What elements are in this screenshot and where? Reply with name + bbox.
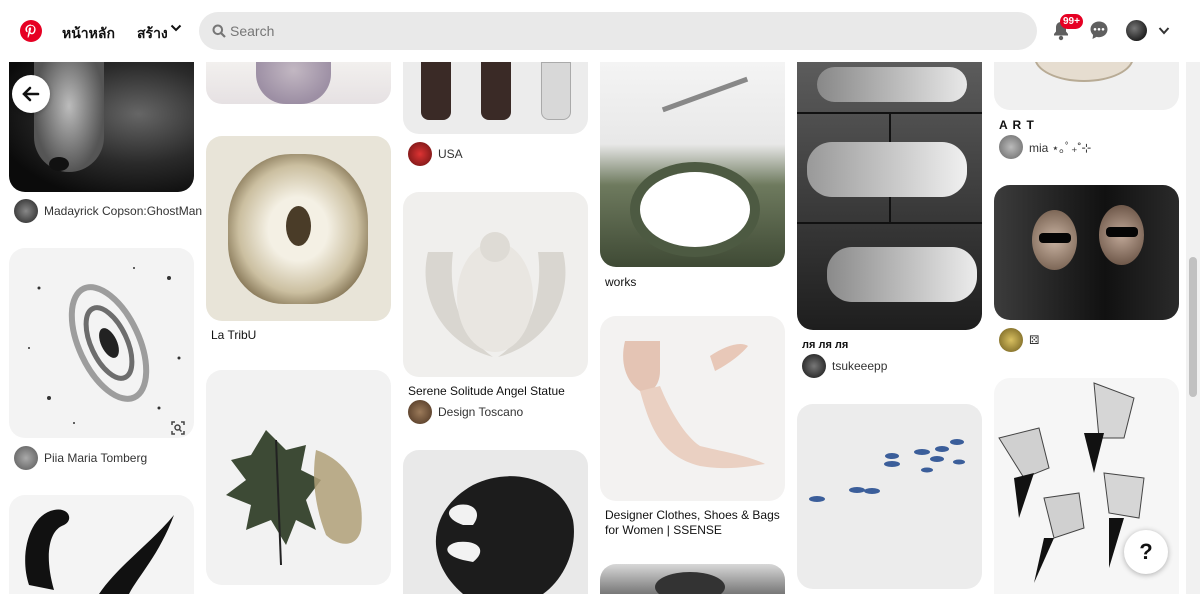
sunglasses-shape [1039, 233, 1071, 243]
bottle-shape [541, 62, 571, 120]
author-avatar [408, 400, 432, 424]
pin-title[interactable]: Designer Clothes, Shoes & Bags for Women… [605, 508, 785, 538]
author-name: mia ⋆｡ﾟ₊˚⊹ [1029, 140, 1092, 155]
pin-image-fashion[interactable] [600, 316, 785, 501]
author-avatar [999, 135, 1023, 159]
sculpted-body-illustration [623, 341, 765, 469]
top-navigation-bar: หน้าหลัก สร้าง 99+ [0, 0, 1200, 62]
pin-image-swan[interactable] [9, 495, 194, 594]
author-name: ⚄ [1029, 333, 1040, 347]
pin-image-fish[interactable] [797, 404, 982, 589]
pin-image-bottles[interactable] [403, 62, 588, 134]
author-name: USA [438, 147, 463, 161]
user-avatar[interactable] [1126, 20, 1147, 41]
fish-school-illustration [809, 439, 965, 502]
search-input[interactable] [230, 12, 1010, 50]
leaves-illustration [226, 430, 362, 566]
pin-title[interactable]: Serene Solitude Angel Statue [408, 384, 565, 399]
pin-title[interactable]: ля ля ля [802, 338, 848, 353]
pin-title[interactable]: works [605, 275, 636, 290]
page-scrollbar[interactable] [1186, 62, 1200, 594]
pin-image-bottle-top[interactable] [206, 62, 391, 104]
messages-icon[interactable] [1089, 20, 1109, 40]
author-avatar [802, 354, 826, 378]
pin-author[interactable]: USA [408, 142, 463, 166]
pin-image-sculpture[interactable] [600, 564, 785, 594]
bottle-shape [421, 62, 451, 120]
visual-search-icon[interactable] [170, 420, 186, 436]
notification-count-badge: 99+ [1060, 14, 1083, 29]
bottle-shape [481, 62, 511, 120]
author-avatar [408, 142, 432, 166]
pin-author[interactable]: tsukeeepp [802, 354, 887, 378]
galaxy-illustration [28, 267, 181, 424]
pin-author[interactable]: mia ⋆｡ﾟ₊˚⊹ [999, 135, 1092, 159]
search-bar[interactable] [199, 12, 1037, 50]
hand-shape [807, 142, 967, 197]
bottle-shape [256, 62, 331, 104]
chevron-down-icon[interactable] [170, 22, 182, 34]
apple-core-shape [286, 206, 311, 246]
hand-shape [827, 247, 977, 302]
home-nav-link[interactable]: หน้าหลัก [62, 23, 115, 45]
help-button[interactable]: ? [1124, 530, 1168, 574]
plate-shape [1034, 62, 1134, 82]
pin-author[interactable]: Madayrick Copson:GhostMan [14, 199, 202, 223]
pin-image-leaves[interactable] [206, 370, 391, 585]
author-name: Madayrick Copson:GhostMan [44, 204, 203, 218]
author-name: Design Toscano [438, 405, 524, 419]
pinterest-logo-icon[interactable] [20, 20, 42, 42]
pin-image-angel[interactable] [403, 192, 588, 377]
pin-image-divers[interactable] [600, 62, 785, 267]
pin-title[interactable]: A R T [999, 118, 1035, 133]
pin-image-hands[interactable] [797, 62, 982, 330]
back-button[interactable] [12, 75, 50, 113]
pin-image-art[interactable] [994, 62, 1179, 110]
angel-statue-illustration [425, 232, 566, 357]
pin-image-couple[interactable] [994, 185, 1179, 320]
account-menu-chevron-icon[interactable] [1158, 26, 1170, 36]
pin-author[interactable]: Piia Maria Tomberg [14, 446, 147, 470]
profile-face-illustration [435, 476, 574, 594]
scrollbar-thumb[interactable] [1189, 257, 1197, 397]
swan-illustration [25, 509, 174, 594]
author-name: Piia Maria Tomberg [44, 451, 148, 465]
sunglasses-shape [1106, 227, 1138, 237]
diver-figures [661, 76, 749, 113]
sculpture-shape [655, 572, 725, 594]
pin-author[interactable]: Design Toscano [408, 400, 523, 424]
hand-shape [817, 67, 967, 102]
pin-image-profile-face[interactable] [403, 450, 588, 594]
author-avatar [999, 328, 1023, 352]
pin-title[interactable]: La TribU [211, 328, 256, 343]
create-menu-button[interactable]: สร้าง [137, 23, 168, 45]
arrow-left-icon [22, 86, 40, 102]
author-avatar [14, 199, 38, 223]
crater-shape [640, 172, 750, 247]
panel-divider [797, 222, 982, 224]
pin-author[interactable]: ⚄ [999, 328, 1039, 352]
pin-image-galaxy[interactable] [9, 248, 194, 438]
mouth-shape [49, 157, 69, 171]
author-avatar [14, 446, 38, 470]
pin-image-apple[interactable] [206, 136, 391, 321]
search-icon [212, 24, 226, 38]
author-name: tsukeeepp [832, 359, 888, 373]
